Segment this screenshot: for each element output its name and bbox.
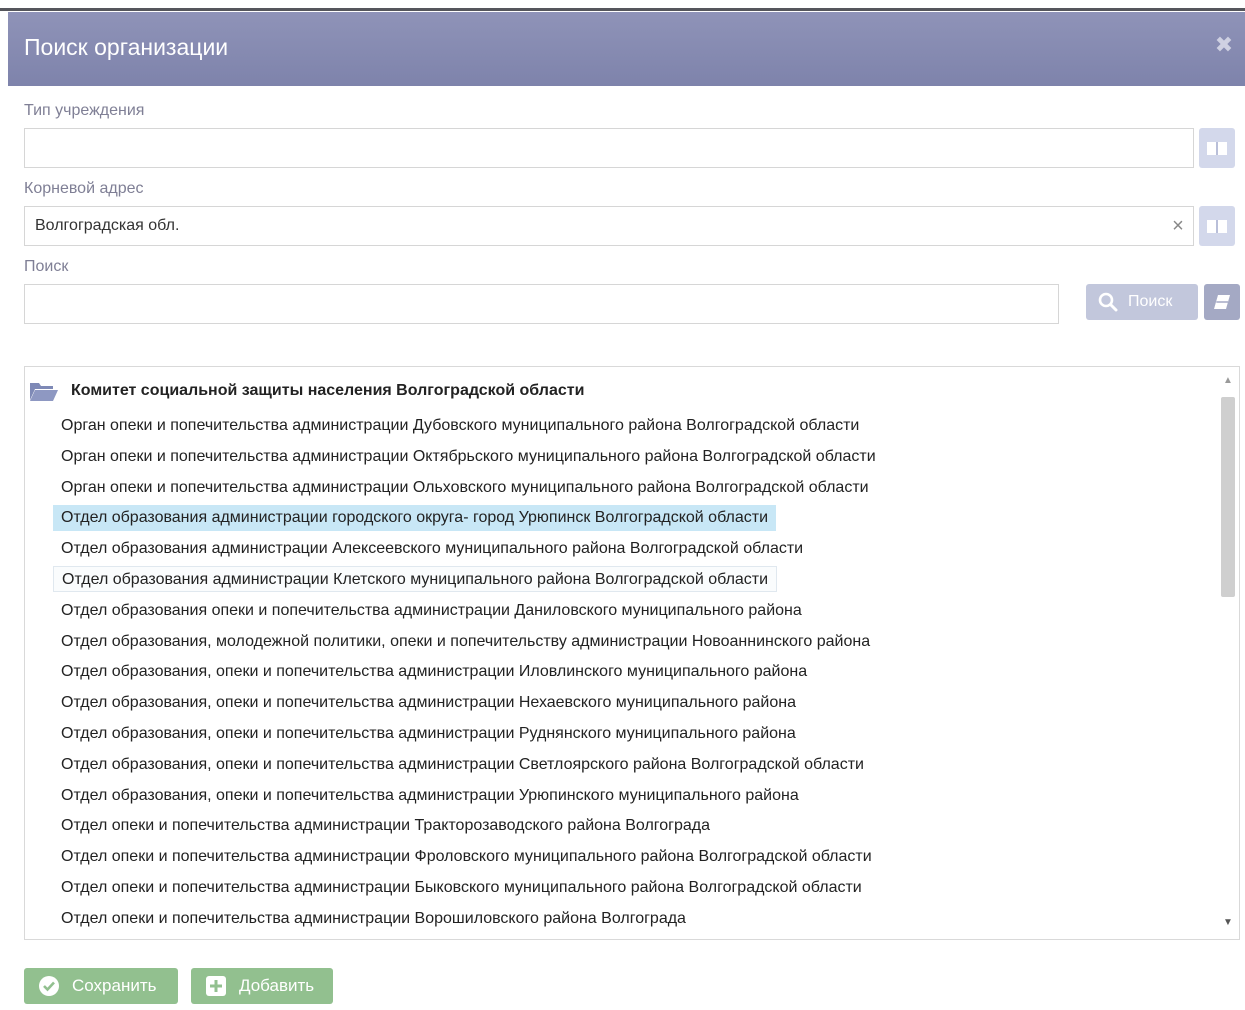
root-address-dictionary-button[interactable] [1199, 206, 1235, 246]
search-label: Поиск [24, 258, 69, 275]
tree-item-label: Отдел образования, опеки и попечительств… [61, 755, 864, 773]
tree-item[interactable]: Отдел образования, опеки и попечительств… [53, 688, 1213, 719]
top-strip [0, 0, 1245, 11]
tree-item[interactable]: Отдел образования, опеки и попечительств… [53, 657, 1213, 688]
save-button-label: Сохранить [72, 976, 157, 995]
tree-items: Орган опеки и попечительства администрац… [53, 411, 1213, 935]
folder-open-icon [30, 383, 58, 401]
check-circle-icon [39, 976, 59, 996]
tree-item[interactable]: Отдел опеки и попечительства администрац… [53, 842, 1213, 873]
tree-item-label: Отдел образования опеки и попечительства… [61, 601, 802, 619]
scroll-down-icon[interactable]: ▼ [1217, 915, 1239, 931]
tree-item[interactable]: Орган опеки и попечительства администрац… [53, 411, 1213, 442]
search-button[interactable]: Поиск [1086, 284, 1198, 320]
institution-type-dictionary-button[interactable] [1199, 128, 1235, 168]
tree-item[interactable]: Отдел образования администрации Алексеев… [53, 534, 1213, 565]
tree-item[interactable]: Орган опеки и попечительства администрац… [53, 442, 1213, 473]
tree-item-label: Отдел опеки и попечительства администрац… [61, 878, 862, 896]
tree-item-label: Отдел образования администрации городско… [53, 505, 777, 532]
search-icon [1098, 292, 1118, 312]
tree-item-label: Отдел образования администрации Клетског… [53, 565, 778, 592]
root-address-label: Корневой адрес [24, 180, 144, 197]
institution-type-label: Тип учреждения [24, 102, 145, 119]
add-button-label: Добавить [239, 976, 315, 995]
tree-item[interactable]: Отдел образования, опеки и попечительств… [53, 719, 1213, 750]
tree-item[interactable]: Отдел образования, опеки и попечительств… [53, 781, 1213, 812]
scroll-thumb[interactable] [1221, 397, 1235, 597]
tree-item[interactable]: Орган опеки и попечительства администрац… [53, 473, 1213, 504]
tree-item-label: Отдел образования, молодежной политики, … [61, 632, 871, 650]
scroll-up-icon[interactable]: ▲ [1217, 373, 1239, 389]
clear-address-icon[interactable]: × [1170, 216, 1186, 236]
tree-item-label: Отдел образования, опеки и попечительств… [61, 724, 796, 742]
dialog-title: Поиск организации [24, 34, 229, 60]
organization-search-dialog: Поиск организации ✖ Тип учреждения Корне… [8, 12, 1245, 1010]
tree-item-label: Отдел образования администрации Алексеев… [61, 540, 804, 558]
clear-search-button[interactable] [1204, 284, 1240, 320]
book-icon [1207, 142, 1227, 155]
tree-item-label: Орган опеки и попечительства администрац… [61, 417, 860, 434]
book-icon [1207, 220, 1227, 233]
tree-item-label: Орган опеки и попечительства администрац… [61, 447, 876, 465]
tree-item[interactable]: Отдел образования администрации Клетског… [53, 565, 1213, 596]
tree-item[interactable]: Отдел образования, опеки и попечительств… [53, 750, 1213, 781]
search-button-label: Поиск [1128, 293, 1173, 310]
organization-tree: Комитет социальной защиты населения Волг… [24, 366, 1240, 940]
root-address-input[interactable]: Волгоградская обл. [24, 206, 1194, 246]
institution-type-input[interactable] [24, 128, 1194, 168]
tree-item-label: Отдел опеки и попечительства администрац… [61, 909, 686, 927]
tree-item-label: Отдел образования, опеки и попечительств… [61, 786, 799, 804]
search-input[interactable] [24, 284, 1059, 324]
tree-root-label: Комитет социальной защиты населения Волг… [71, 382, 585, 399]
tree-scrollbar[interactable]: ▲ ▼ [1217, 367, 1239, 939]
tree-item-label: Отдел опеки и попечительства администрац… [61, 848, 872, 866]
plus-square-icon [206, 976, 226, 996]
tree-root-node[interactable]: Комитет социальной защиты населения Волг… [29, 379, 584, 403]
eraser-icon [1214, 295, 1230, 309]
close-icon[interactable]: ✖ [1213, 34, 1235, 56]
add-button[interactable]: Добавить [191, 968, 333, 1004]
tree-item-label: Отдел образования, опеки и попечительств… [61, 663, 808, 681]
save-button[interactable]: Сохранить [24, 968, 178, 1004]
tree-item[interactable]: Отдел опеки и попечительства администрац… [53, 811, 1213, 842]
tree-item[interactable]: Отдел опеки и попечительства администрац… [53, 873, 1213, 904]
tree-item-label: Орган опеки и попечительства администрац… [61, 478, 869, 496]
tree-item-label: Отдел образования, опеки и попечительств… [61, 694, 796, 712]
dialog-header: Поиск организации ✖ [8, 12, 1245, 86]
tree-item[interactable]: Отдел образования администрации городско… [53, 503, 1213, 534]
tree-item[interactable]: Отдел образования, молодежной политики, … [53, 627, 1213, 658]
tree-item[interactable]: Отдел опеки и попечительства администрац… [53, 904, 1213, 935]
tree-item-label: Отдел опеки и попечительства администрац… [61, 817, 711, 835]
tree-item[interactable]: Отдел образования опеки и попечительства… [53, 596, 1213, 627]
